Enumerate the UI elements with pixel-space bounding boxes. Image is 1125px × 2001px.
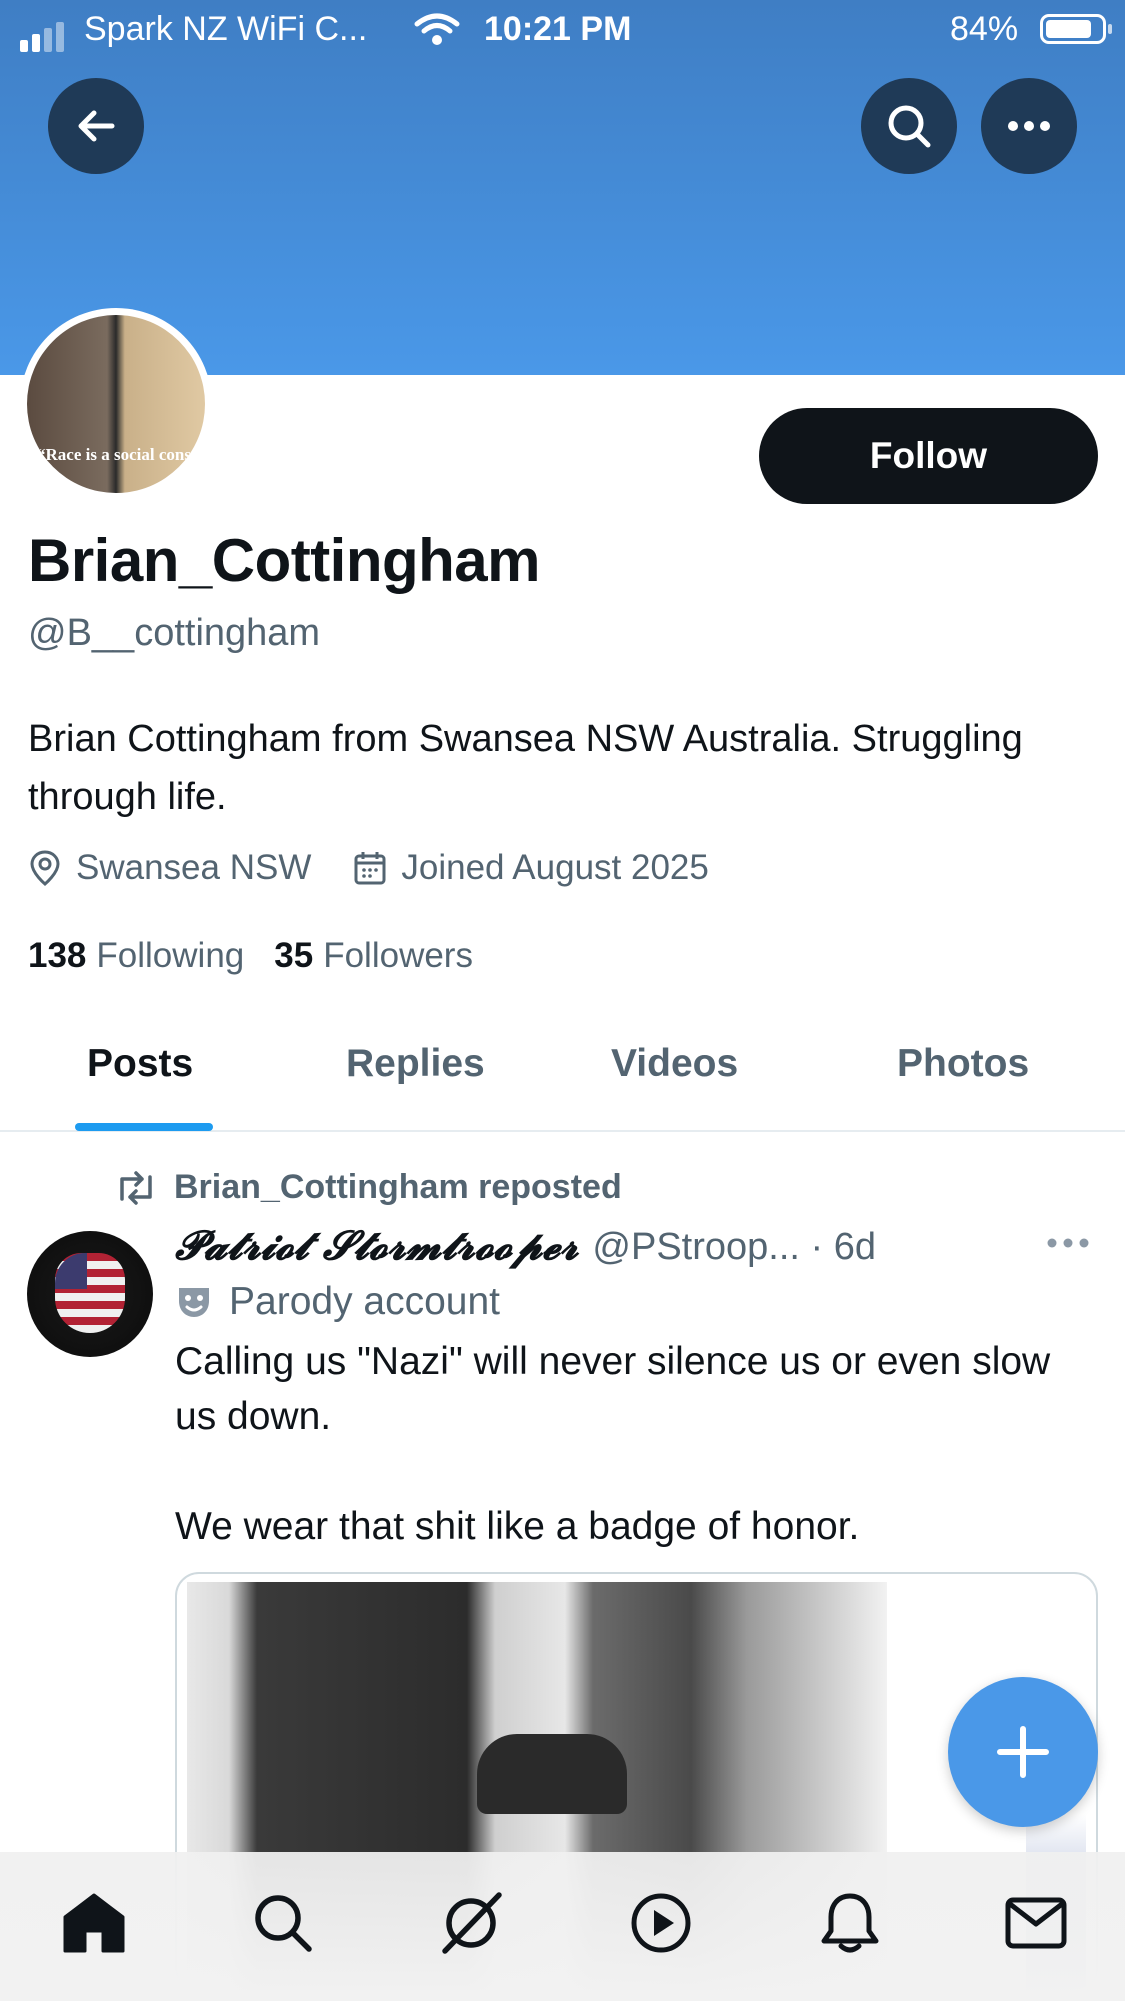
profile-avatar[interactable]: “Race is a social construct” (20, 308, 212, 500)
search-icon (888, 105, 931, 148)
avatar-caption: “Race is a social construct” (37, 445, 205, 464)
active-tab-indicator (75, 1123, 213, 1131)
search-button[interactable] (861, 78, 957, 174)
post-more-button[interactable] (1046, 1236, 1090, 1255)
profile-display-name: Brian_Cottingham (28, 527, 541, 594)
profile-meta: Swansea NSW Joined August 2025 (28, 848, 709, 888)
tab-replies[interactable]: Replies (346, 1042, 485, 1086)
follow-button[interactable]: Follow (759, 408, 1098, 504)
follow-stats: 138 Following 35 Followers (28, 936, 473, 976)
location-text: Swansea NSW (76, 848, 312, 887)
compose-button[interactable] (948, 1677, 1098, 1827)
messages-icon (1005, 1897, 1067, 1949)
tab-photos[interactable]: Photos (897, 1042, 1029, 1086)
status-time: 10:21 PM (484, 10, 632, 48)
grok-icon (442, 1892, 502, 1954)
post-author-avatar[interactable] (27, 1231, 153, 1357)
followers-label: Followers (323, 936, 473, 975)
parody-label: Parody account (229, 1280, 501, 1323)
profile-handle: @B__cottingham (28, 612, 321, 654)
video-icon (631, 1893, 691, 1953)
following-label: Following (96, 936, 245, 975)
cellular-signal-icon (20, 22, 64, 52)
parody-mask-icon (179, 1288, 209, 1317)
home-icon (63, 1893, 125, 1953)
repost-label: Brian_Cottingham reposted (174, 1168, 622, 1206)
repost-icon (120, 1170, 152, 1205)
nav-search[interactable] (248, 1888, 318, 1958)
following-link[interactable]: 138 Following (28, 936, 244, 976)
wifi-icon (414, 12, 460, 55)
nav-video[interactable] (626, 1888, 696, 1958)
post-text: Calling us "Nazi" will never silence us … (175, 1340, 1051, 1548)
battery-percent: 84% (950, 10, 1019, 48)
post-author-name[interactable]: 𝓟𝓪𝓽𝓻𝓲𝓸𝓽 𝓢𝓽𝓸𝓻𝓶𝓽𝓻𝓸𝓸𝓹𝓮𝓻 (175, 1222, 578, 1269)
profile-location: Swansea NSW (28, 848, 311, 888)
notifications-icon (821, 1893, 879, 1953)
joined-text: Joined August 2025 (401, 848, 709, 887)
bottom-nav (0, 1852, 1125, 2001)
more-horizontal-icon (1008, 121, 1050, 131)
back-button[interactable] (48, 78, 144, 174)
followers-link[interactable]: 35 Followers (274, 936, 473, 976)
flag-skull-emblem (55, 1253, 125, 1333)
status-bar: Spark NZ WiFi C... 10:21 PM 84% (0, 0, 1125, 60)
profile-tabs: Posts Replies Videos Photos (0, 1010, 1125, 1132)
more-horizontal-icon (1047, 1238, 1089, 1248)
nav-notifications[interactable] (815, 1888, 885, 1958)
parody-badge: Parody account (175, 1280, 500, 1324)
tab-videos[interactable]: Videos (611, 1042, 738, 1086)
plus-icon (997, 1726, 1049, 1778)
arrow-left-icon (78, 110, 115, 142)
following-count: 138 (28, 936, 87, 975)
search-icon (255, 1895, 312, 1952)
post-handle-time: @PStroop... · 6d (592, 1226, 876, 1268)
tab-posts[interactable]: Posts (87, 1042, 193, 1086)
repost-indicator[interactable]: Brian_Cottingham reposted (114, 1168, 622, 1207)
more-options-button[interactable] (981, 78, 1077, 174)
profile-bio: Brian Cottingham from Swansea NSW Austra… (28, 718, 1023, 818)
followers-count: 35 (274, 936, 314, 975)
nav-grok[interactable] (436, 1888, 506, 1958)
battery-icon (1040, 14, 1112, 44)
location-pin-icon (30, 850, 60, 886)
calendar-icon (354, 852, 386, 885)
carrier-name: Spark NZ WiFi C... (84, 10, 368, 48)
nav-messages[interactable] (1001, 1888, 1071, 1958)
nav-home[interactable] (59, 1888, 129, 1958)
post-header: 𝓟𝓪𝓽𝓻𝓲𝓸𝓽 𝓢𝓽𝓸𝓻𝓶𝓽𝓻𝓸𝓸𝓹𝓮𝓻 @PStroop... · 6d (175, 1222, 876, 1269)
profile-joined: Joined August 2025 (353, 848, 709, 888)
photo-figure (477, 1734, 627, 1814)
